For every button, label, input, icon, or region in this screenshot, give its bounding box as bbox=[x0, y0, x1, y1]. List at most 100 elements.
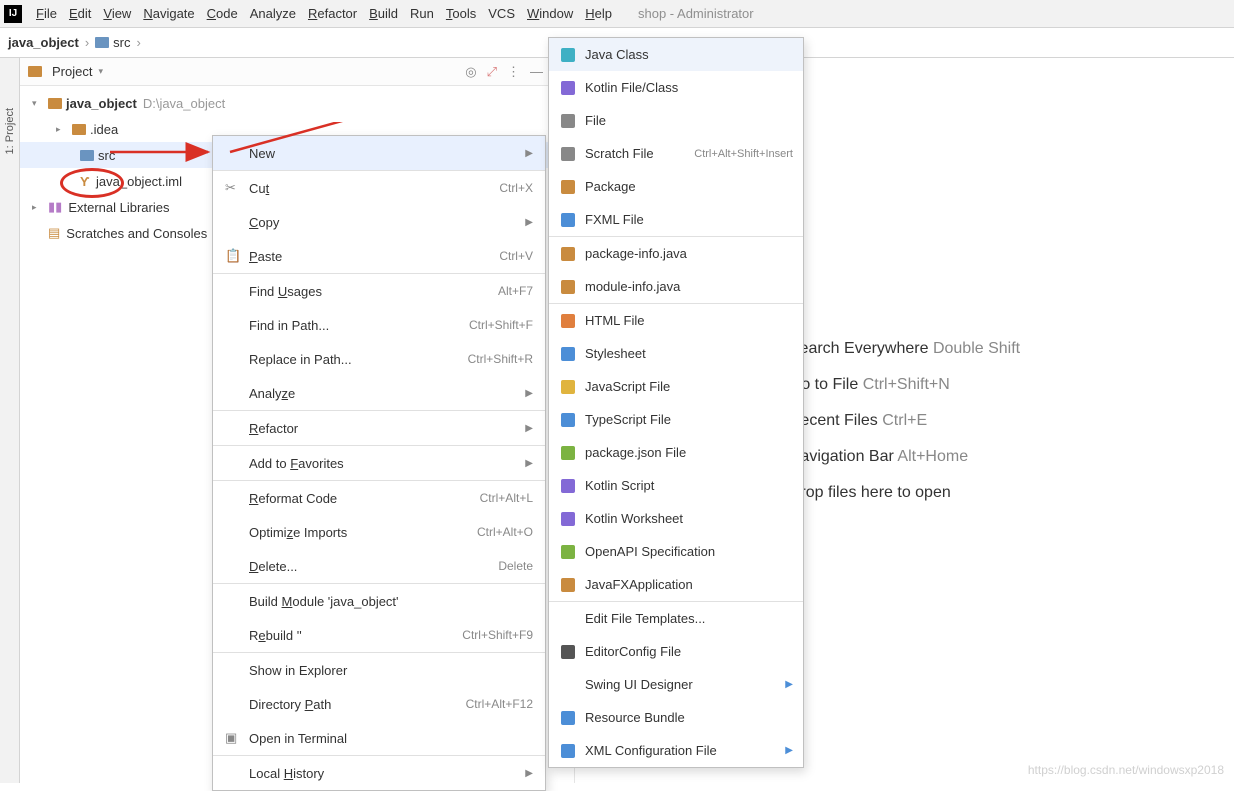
new-java-class[interactable]: Java Class bbox=[549, 38, 803, 71]
hint-item: Drop files here to open bbox=[789, 484, 1020, 502]
ctx-find-in-path-[interactable]: Find in Path...Ctrl+Shift+F bbox=[213, 308, 545, 342]
new-javascript-file[interactable]: JavaScript File bbox=[549, 370, 803, 403]
new-module-info-java[interactable]: module-info.java bbox=[549, 270, 803, 303]
menu-label: New bbox=[249, 146, 275, 161]
ctx-analyze[interactable]: Analyze▶ bbox=[213, 376, 545, 410]
new-xml-configuration-file[interactable]: XML Configuration File ▶ bbox=[549, 734, 803, 767]
menu-label: JavaFXApplication bbox=[585, 577, 693, 592]
menu-label: module-info.java bbox=[585, 279, 680, 294]
target-icon[interactable]: ◎ bbox=[465, 64, 476, 80]
menu-label: HTML File bbox=[585, 313, 644, 328]
ctx-reformat-code[interactable]: Reformat CodeCtrl+Alt+L bbox=[213, 481, 545, 515]
chevron-right-icon: ▶ bbox=[525, 423, 533, 434]
breadcrumb-child[interactable]: src bbox=[113, 35, 130, 50]
file-type-icon bbox=[559, 380, 577, 394]
menu-efactor[interactable]: Refactor bbox=[302, 6, 363, 21]
ctx-add-to-favorites[interactable]: Add to Favorites▶ bbox=[213, 446, 545, 480]
menu-label: package.json File bbox=[585, 445, 686, 460]
hint-item: Go to File Ctrl+Shift+N bbox=[789, 376, 1020, 394]
new-scratch-file[interactable]: Scratch FileCtrl+Alt+Shift+Insert bbox=[549, 137, 803, 170]
tree-label: .idea bbox=[90, 122, 118, 137]
ctx-show-in-explorer[interactable]: Show in Explorer bbox=[213, 653, 545, 687]
project-tool-button[interactable]: 1: Project bbox=[4, 108, 16, 154]
ctx-local-history[interactable]: Local History▶ bbox=[213, 756, 545, 790]
new-fxml-file[interactable]: FXML File bbox=[549, 203, 803, 236]
menu-ools[interactable]: Tools bbox=[440, 6, 482, 21]
menu-label: Add to Favorites bbox=[249, 456, 344, 471]
expander-closed-icon[interactable]: ▸ bbox=[56, 124, 68, 135]
new-kotlin-worksheet[interactable]: Kotlin Worksheet bbox=[549, 502, 803, 535]
new-kotlin-file-class[interactable]: Kotlin File/Class bbox=[549, 71, 803, 104]
menu-uild[interactable]: Build bbox=[363, 6, 404, 21]
new-package[interactable]: Package bbox=[549, 170, 803, 203]
project-icon bbox=[28, 66, 42, 77]
menu-label: Paste bbox=[249, 249, 282, 264]
ctx-cut[interactable]: ✂CutCtrl+X bbox=[213, 171, 545, 205]
ctx-open-in-terminal[interactable]: ▣Open in Terminal bbox=[213, 721, 545, 755]
file-type-icon bbox=[559, 180, 577, 194]
ctx-delete-[interactable]: Delete...Delete bbox=[213, 549, 545, 583]
tree-label: External Libraries bbox=[68, 200, 169, 215]
more-icon[interactable]: ⋮ bbox=[507, 64, 520, 80]
menu-iew[interactable]: View bbox=[97, 6, 137, 21]
ctx-directory-path[interactable]: Directory PathCtrl+Alt+F12 bbox=[213, 687, 545, 721]
menu-label: Stylesheet bbox=[585, 346, 646, 361]
new-edit-file-templates-[interactable]: Edit File Templates... bbox=[549, 602, 803, 635]
menu-ode[interactable]: Code bbox=[201, 6, 244, 21]
new-openapi-specification[interactable]: OpenAPI Specification bbox=[549, 535, 803, 568]
context-menu: New▶✂CutCtrl+XCopy▶📋PasteCtrl+VFind Usag… bbox=[212, 135, 546, 791]
menu-label: XML Configuration File bbox=[585, 743, 717, 758]
new-html-file[interactable]: HTML File bbox=[549, 304, 803, 337]
menu-elp[interactable]: Help bbox=[579, 6, 618, 21]
new-stylesheet[interactable]: Stylesheet bbox=[549, 337, 803, 370]
menu-label: Replace in Path... bbox=[249, 352, 352, 367]
ctx-refactor[interactable]: Refactor ▶ bbox=[213, 411, 545, 445]
menu-vcs[interactable]: VCS bbox=[482, 6, 521, 21]
ctx-new[interactable]: New▶ bbox=[213, 136, 545, 170]
module-icon bbox=[48, 98, 62, 109]
breadcrumb-root[interactable]: java_object bbox=[8, 35, 79, 50]
ctx-paste[interactable]: 📋PasteCtrl+V bbox=[213, 239, 545, 273]
new-editorconfig-file[interactable]: EditorConfig File bbox=[549, 635, 803, 668]
new-file[interactable]: File bbox=[549, 104, 803, 137]
ctx-find-usages[interactable]: Find UsagesAlt+F7 bbox=[213, 274, 545, 308]
ctx-optimize-imports[interactable]: Optimize ImportsCtrl+Alt+O bbox=[213, 515, 545, 549]
menu-label: Edit File Templates... bbox=[585, 611, 705, 626]
menu-label: Open in Terminal bbox=[249, 731, 347, 746]
menu-analyze[interactable]: Analyze bbox=[244, 6, 302, 21]
tool-window-bar: 1: Project bbox=[0, 58, 20, 783]
annotation-circle bbox=[60, 168, 124, 198]
menu-dit[interactable]: Edit bbox=[63, 6, 97, 21]
new-package-info-java[interactable]: package-info.java bbox=[549, 237, 803, 270]
shortcut: Ctrl+Shift+R bbox=[468, 352, 533, 366]
collapse-icon[interactable]: ⤢ bbox=[487, 64, 497, 80]
menu-label: Refactor bbox=[249, 421, 298, 436]
menu-run[interactable]: Run bbox=[404, 6, 440, 21]
new-swing-ui-designer[interactable]: Swing UI Designer▶ bbox=[549, 668, 803, 701]
menu-avigate[interactable]: Navigate bbox=[137, 6, 200, 21]
ctx-replace-in-path-[interactable]: Replace in Path... Ctrl+Shift+R bbox=[213, 342, 545, 376]
tree-root[interactable]: ▾ java_object D:\java_object bbox=[20, 90, 574, 116]
expander-open-icon[interactable]: ▾ bbox=[32, 98, 44, 109]
new-resource-bundle[interactable]: Resource Bundle bbox=[549, 701, 803, 734]
menu-label: Build Module 'java_object' bbox=[249, 594, 399, 609]
panel-title[interactable]: Project bbox=[52, 64, 92, 79]
menu-indow[interactable]: Window bbox=[521, 6, 579, 21]
file-type-icon bbox=[559, 213, 577, 227]
shortcut: Ctrl+Shift+F9 bbox=[462, 628, 533, 642]
minimize-icon[interactable]: — bbox=[530, 64, 543, 80]
ctx-copy[interactable]: Copy▶ bbox=[213, 205, 545, 239]
new-package-json-file[interactable]: package.json File bbox=[549, 436, 803, 469]
ctx-build-module-java-object-[interactable]: Build Module 'java_object' bbox=[213, 584, 545, 618]
chevron-right-icon: ▶ bbox=[525, 388, 533, 399]
chevron-right-icon: ▶ bbox=[525, 768, 533, 779]
menu-ile[interactable]: File bbox=[30, 6, 63, 21]
new-javafxapplication[interactable]: JavaFXApplication bbox=[549, 568, 803, 601]
expander-closed-icon[interactable]: ▸ bbox=[32, 202, 44, 213]
chevron-right-icon: ▶ bbox=[785, 745, 793, 756]
ctx-rebuild-default-[interactable]: Rebuild ''Ctrl+Shift+F9 bbox=[213, 618, 545, 652]
new-typescript-file[interactable]: TypeScript File bbox=[549, 403, 803, 436]
chevron-down-icon[interactable]: ▾ bbox=[98, 66, 103, 77]
new-kotlin-script[interactable]: Kotlin Script bbox=[549, 469, 803, 502]
menu-label: EditorConfig File bbox=[585, 644, 681, 659]
